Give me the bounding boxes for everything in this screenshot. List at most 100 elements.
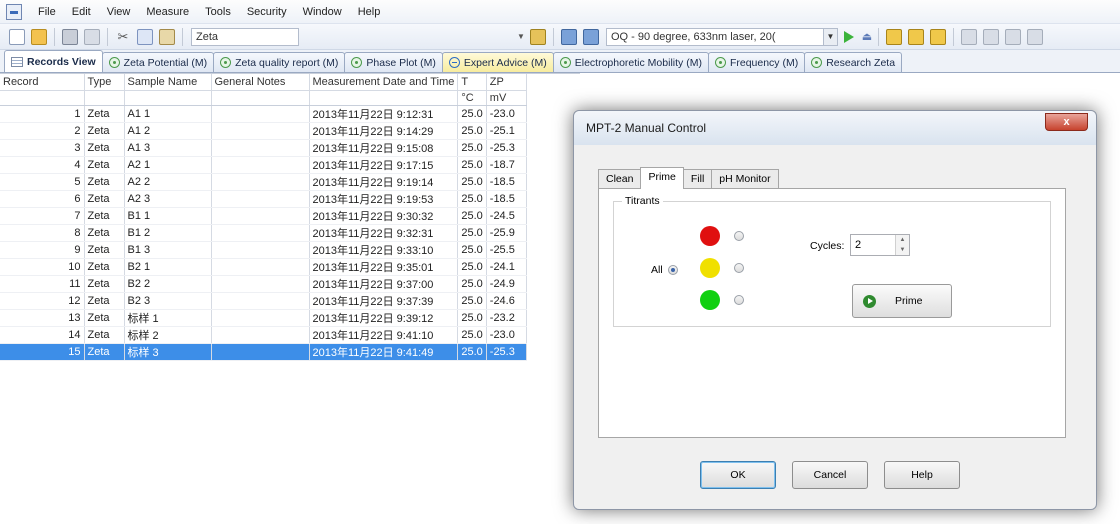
tab-zeta-potential[interactable]: Zeta Potential (M) [101,52,215,72]
table-row[interactable]: 9 Zeta B1 3 2013年11月22日 9:33:10 25.0 -25.5 [0,241,527,259]
close-button[interactable]: x [1045,113,1088,131]
sop-edit-icon[interactable] [561,28,577,45]
open-folder-icon[interactable] [31,28,47,45]
all-radio[interactable] [668,265,678,275]
chevron-down-icon[interactable]: ▼ [896,245,909,255]
titrant-green-radio[interactable] [734,295,744,305]
cell-type: Zeta [84,224,125,242]
menu-window[interactable]: Window [295,0,350,24]
toolbar: ✂ Zeta ▼ OQ - 90 degree, 633nm laser, 20… [0,24,1120,50]
column-header-general-notes[interactable]: General Notes [211,74,310,91]
menu-measure[interactable]: Measure [138,0,197,24]
cell-record: 14 [0,326,85,344]
back-icon[interactable] [1005,28,1021,45]
unit-cell [211,90,310,106]
cell-type: Zeta [84,258,125,276]
chevron-down-icon[interactable]: ▼ [823,28,837,45]
cell-record: 3 [0,139,85,157]
cut-icon[interactable]: ✂ [115,29,131,45]
report-icon[interactable] [930,28,946,45]
sop-select[interactable]: OQ - 90 degree, 633nm laser, 20(▼ [606,27,838,46]
cell-general-notes [211,122,310,140]
table-row[interactable]: 2 Zeta A1 2 2013年11月22日 9:14:29 25.0 -25.1 [0,122,527,140]
tab-zeta-quality-report[interactable]: Zeta quality report (M) [213,52,346,72]
cell-temperature: 25.0 [457,275,487,293]
cell-record: 15 [0,343,85,361]
cycles-spinner[interactable]: ▲ ▼ [895,235,909,255]
table-row[interactable]: 11 Zeta B2 2 2013年11月22日 9:37:00 25.0 -24.9 [0,275,527,293]
cell-general-notes [211,326,310,344]
table-row[interactable]: 12 Zeta B2 3 2013年11月22日 9:37:39 25.0 -24.6 [0,292,527,310]
menu-view[interactable]: View [99,0,139,24]
tab-fill[interactable]: Fill [682,169,713,188]
menu-help[interactable]: Help [350,0,389,24]
table-row[interactable]: 10 Zeta B2 1 2013年11月22日 9:35:01 25.0 -24.1 [0,258,527,276]
cell-type: Zeta [84,156,125,174]
report-icon [714,57,726,68]
import-icon[interactable] [983,28,999,45]
tab-expert-advice[interactable]: Expert Advice (M) [441,52,554,72]
sop-icon[interactable] [530,28,546,45]
paste-icon[interactable] [159,28,175,45]
table-row[interactable]: 8 Zeta B1 2 2013年11月22日 9:32:31 25.0 -25.9 [0,224,527,242]
measurement-type-field[interactable]: Zeta [191,27,299,46]
eject-icon[interactable]: ⏏ [860,30,874,43]
table-row[interactable]: 13 Zeta 标样 1 2013年11月22日 9:39:12 25.0 -23.2 [0,309,527,327]
menu-edit[interactable]: Edit [64,0,99,24]
table-row[interactable]: 14 Zeta 标样 2 2013年11月22日 9:41:10 25.0 -23.0 [0,326,527,344]
tab-phase-plot[interactable]: Phase Plot (M) [344,52,443,72]
new-file-icon[interactable] [9,28,25,45]
titrant-red-indicator [700,226,720,246]
export-icon[interactable] [961,28,977,45]
cell-type: Zeta [84,122,125,140]
tab-clean[interactable]: Clean [598,169,642,188]
menu-file[interactable]: File [30,0,64,24]
sop-new-icon[interactable] [583,28,599,45]
tab-records-view[interactable]: Records View [4,50,103,72]
report-icon[interactable] [908,28,924,45]
column-header-temperature[interactable]: T [457,74,487,91]
table-row[interactable]: 15 Zeta 标样 3 2013年11月22日 9:41:49 25.0 -25.3 [0,343,527,361]
ok-button[interactable]: OK [700,461,776,489]
tab-ph-monitor[interactable]: pH Monitor [711,169,779,188]
tab-label: Phase Plot (M) [366,56,436,69]
tab-prime[interactable]: Prime [640,167,684,189]
print-icon[interactable] [62,28,78,45]
cell-sample-name: A2 2 [124,173,212,191]
titrant-yellow-radio[interactable] [734,263,744,273]
cell-zeta-potential: -25.1 [486,122,527,140]
menu-security[interactable]: Security [239,0,295,24]
report-icon[interactable] [886,28,902,45]
forward-icon[interactable] [1027,28,1043,45]
cell-sample-name: 标样 2 [124,326,212,344]
toolbar-separator [553,27,554,46]
tab-electrophoretic-mobility[interactable]: Electrophoretic Mobility (M) [552,52,709,72]
dropdown-arrow-icon[interactable]: ▼ [517,28,527,46]
menu-tools[interactable]: Tools [197,0,239,24]
table-row[interactable]: 3 Zeta A1 3 2013年11月22日 9:15:08 25.0 -25.3 [0,139,527,157]
table-row[interactable]: 7 Zeta B1 1 2013年11月22日 9:30:32 25.0 -24.5 [0,207,527,225]
column-header-type[interactable]: Type [84,74,125,91]
column-header-sample-name[interactable]: Sample Name [124,74,212,91]
copy-icon[interactable] [137,28,153,45]
dialog-titlebar[interactable]: MPT-2 Manual Control x [574,111,1096,145]
cycles-stepper[interactable]: 2 ▲ ▼ [850,234,910,256]
cancel-button[interactable]: Cancel [792,461,868,489]
table-row[interactable]: 6 Zeta A2 3 2013年11月22日 9:19:53 25.0 -18.5 [0,190,527,208]
chevron-up-icon[interactable]: ▲ [896,235,909,245]
tab-frequency[interactable]: Frequency (M) [707,52,806,72]
play-icon[interactable] [844,30,854,43]
help-button[interactable]: Help [884,461,960,489]
table-row[interactable]: 5 Zeta A2 2 2013年11月22日 9:19:14 25.0 -18.5 [0,173,527,191]
tab-research-zeta[interactable]: Research Zeta [804,52,903,72]
prime-button-label: Prime [895,295,923,307]
prime-button[interactable]: Prime [852,284,952,318]
app-icon[interactable] [6,3,22,20]
table-row[interactable]: 1 Zeta A1 1 2013年11月22日 9:12:31 25.0 -23.0 [0,105,527,123]
table-row[interactable]: 4 Zeta A2 1 2013年11月22日 9:17:15 25.0 -18.7 [0,156,527,174]
print-preview-icon[interactable] [84,28,100,45]
column-header-zeta-potential[interactable]: ZP [486,74,527,91]
column-header-measurement-date[interactable]: Measurement Date and Time [309,74,459,91]
column-header-record[interactable]: Record [0,74,85,91]
titrant-red-radio[interactable] [734,231,744,241]
